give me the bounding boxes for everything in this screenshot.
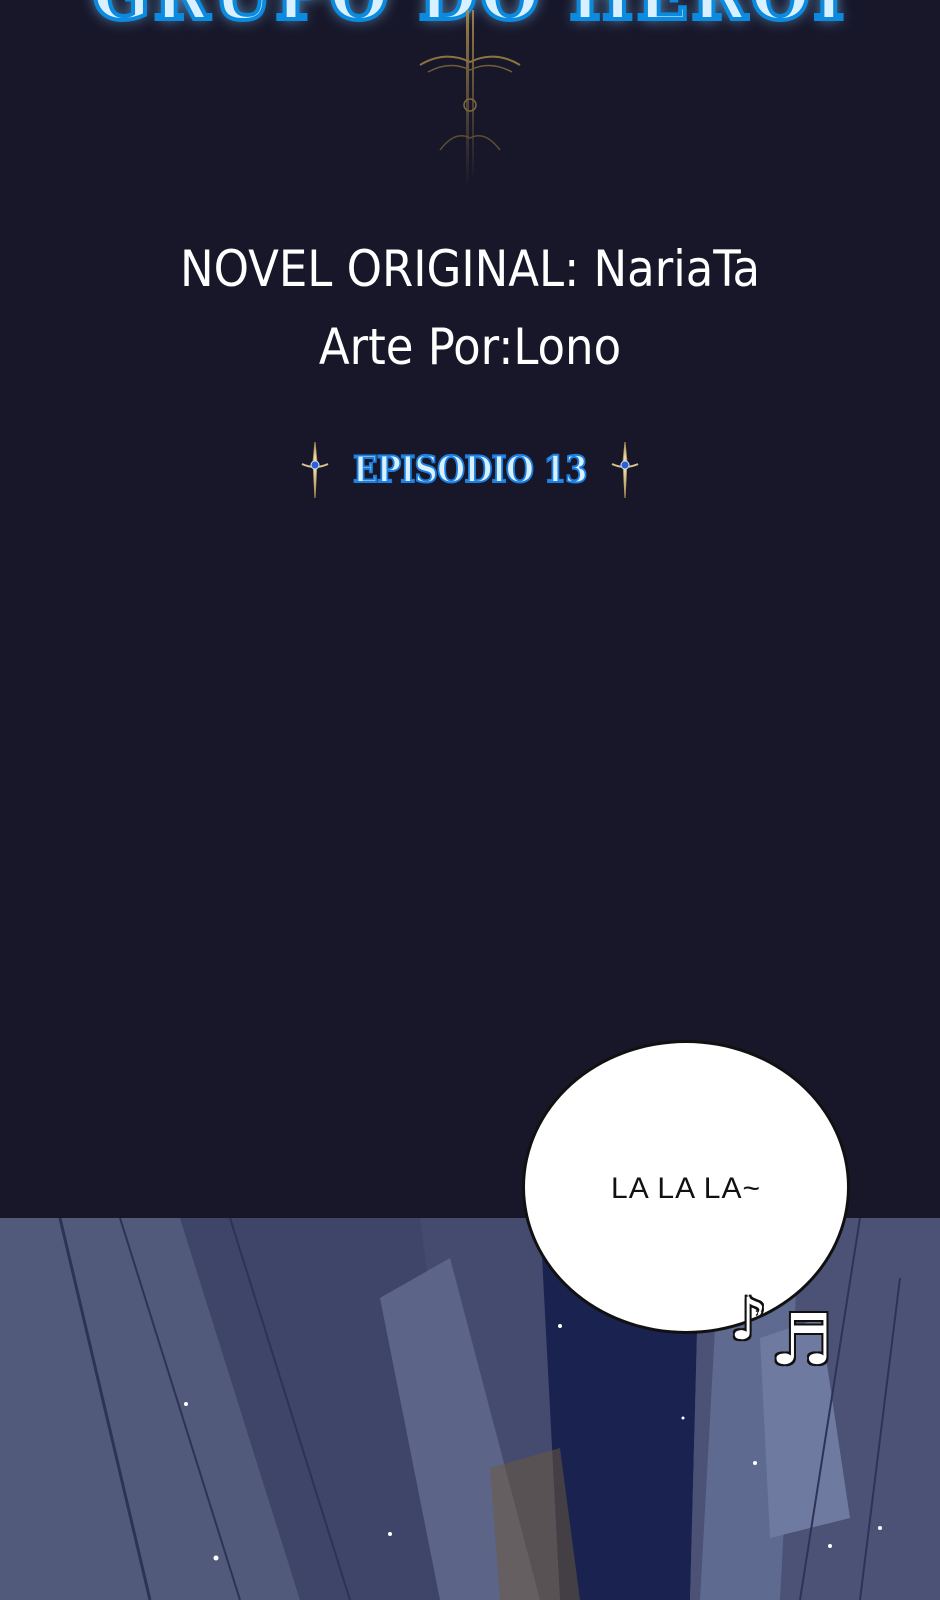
cross-ornament-icon <box>419 10 521 185</box>
credit-art-by: Arte Por:Lono <box>318 318 622 376</box>
sword-icon <box>611 441 639 499</box>
music-note-icon: ♪ <box>730 1285 768 1353</box>
sword-icon <box>301 441 329 499</box>
episode-banner: EPISODIO 13 <box>0 440 940 500</box>
credit-novel-original: NOVEL ORIGINAL: NariaTa <box>179 240 761 298</box>
comic-page: GRUPO DO HERÓI NOVEL ORIGINAL: NariaTa A… <box>0 0 940 1600</box>
speech-bubble: LA LA LA~ <box>522 1040 850 1334</box>
episode-label: EPISODIO 13 <box>352 448 588 492</box>
music-notes-icon: ♬ <box>770 1299 833 1381</box>
speech-bubble-text: LA LA LA~ <box>611 1172 761 1205</box>
